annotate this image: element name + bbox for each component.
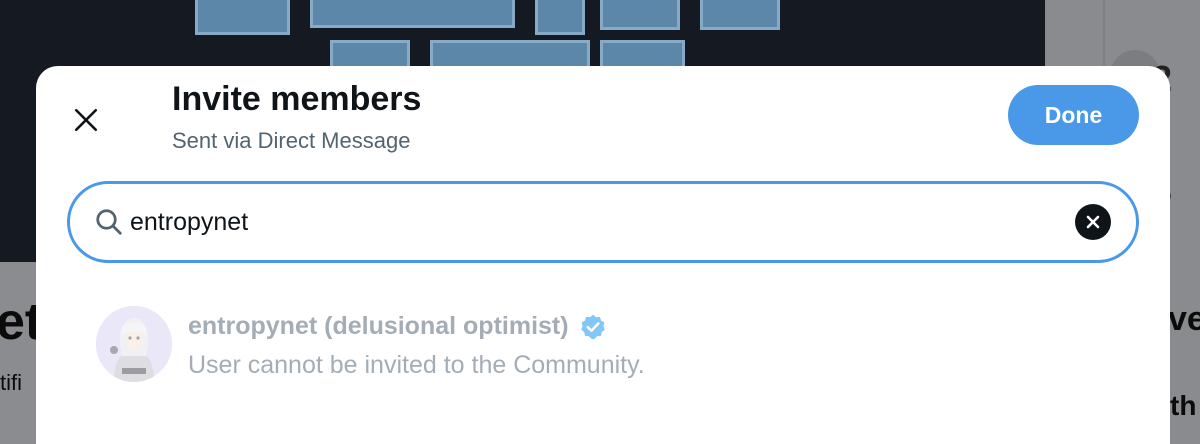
result-user-name: entropynet (delusional optimist) <box>188 312 607 341</box>
search-icon <box>96 209 122 235</box>
banner-pattern-tile <box>600 0 680 30</box>
result-user-name-text: entropynet (delusional optimist) <box>188 312 569 340</box>
modal-subtitle: Sent via Direct Message <box>172 128 411 153</box>
clear-icon <box>1086 215 1100 229</box>
close-icon <box>74 108 98 132</box>
background-sidebar-text: th <box>1170 390 1197 421</box>
invite-members-modal: Invite members Sent via Direct Message D… <box>36 66 1170 444</box>
verified-badge-icon <box>580 314 605 339</box>
banner-pattern-tile <box>700 0 780 30</box>
clear-search-button[interactable] <box>1075 204 1111 240</box>
modal-title: Invite members <box>172 80 422 118</box>
done-button[interactable]: Done <box>1008 85 1139 145</box>
banner-pattern-tile <box>195 0 290 35</box>
background-profile-text: tifi <box>0 370 22 395</box>
search-input[interactable] <box>130 202 1010 242</box>
search-result-item: entropynet (delusional optimist) User ca… <box>36 296 1170 396</box>
background-sidebar-text: ve <box>1168 300 1200 338</box>
result-user-status: User cannot be invited to the Community. <box>188 351 645 379</box>
banner-pattern-tile <box>310 0 515 28</box>
banner-pattern-tile <box>535 0 585 35</box>
user-avatar <box>96 306 172 382</box>
search-box[interactable] <box>67 181 1139 263</box>
close-button[interactable] <box>66 100 106 140</box>
